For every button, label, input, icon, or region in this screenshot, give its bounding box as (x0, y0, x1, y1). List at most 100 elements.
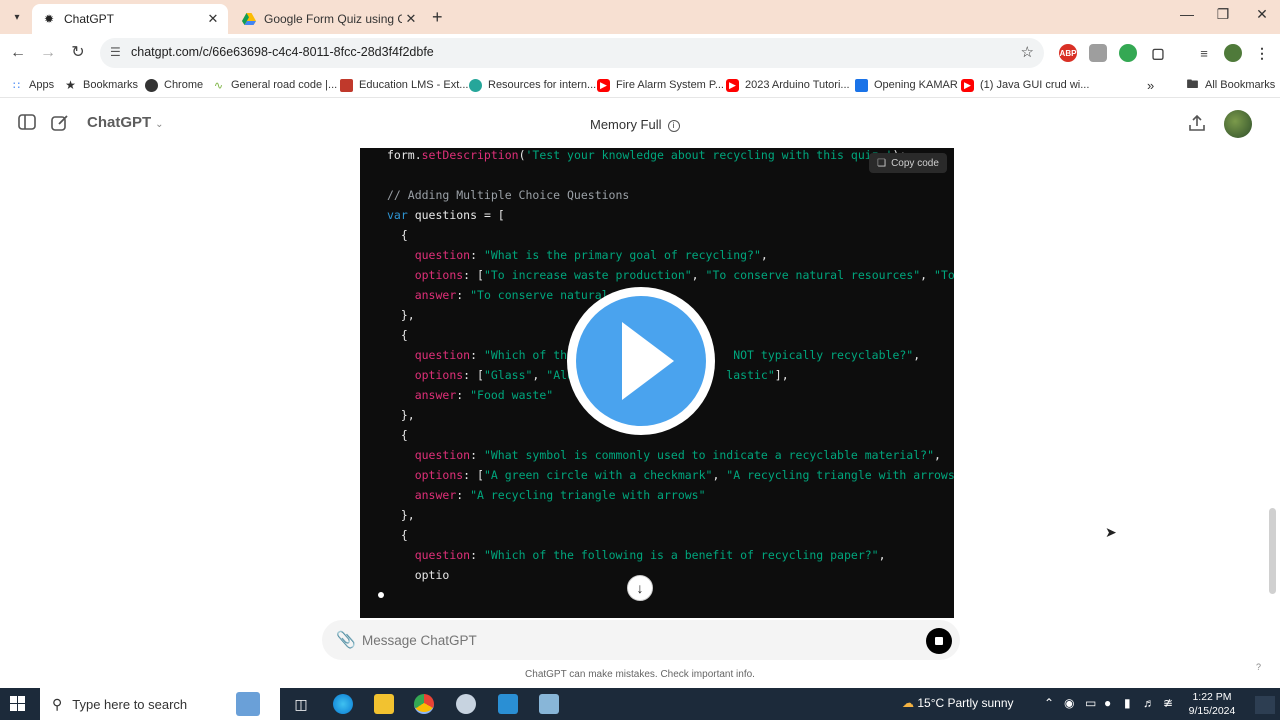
bookmark-apps[interactable]: ∷ Apps (10, 77, 54, 93)
maximize-icon[interactable]: ❐ (1208, 6, 1238, 23)
page-scrollbar[interactable] (1269, 508, 1276, 594)
bookmark-bookmarks[interactable]: ★ Bookmarks (64, 77, 138, 93)
chatgpt-icon: ✹ (43, 12, 55, 26)
bookmark-road-code[interactable]: ∿ General road code |... (212, 77, 337, 93)
volume-icon[interactable]: ♬ (1143, 696, 1155, 710)
taskbar-clock[interactable]: 1:22 PM 9/15/2024 (1182, 690, 1242, 718)
close-tab-icon[interactable]: ✕ (204, 11, 222, 27)
resources-icon (469, 78, 482, 92)
adblock-icon[interactable]: ABP (1059, 44, 1077, 62)
reload-icon[interactable]: ↻ (67, 42, 89, 64)
message-input[interactable] (362, 629, 902, 651)
copy-code-button[interactable]: ❏ Copy code (869, 153, 947, 173)
model-name: ChatGPT (87, 114, 152, 131)
code-line: }, (387, 308, 415, 322)
bookmark-label: 2023 Arduino Tutori... (745, 79, 850, 91)
kamar-icon (855, 78, 868, 92)
bookmark-fire-alarm[interactable]: ▶ Fire Alarm System P... (597, 77, 724, 93)
info-icon[interactable]: i (667, 119, 680, 132)
app-notepad-icon[interactable] (539, 694, 559, 714)
tab-search-chevron-icon[interactable]: ▾ (6, 7, 28, 27)
task-view-icon[interactable]: ◫ (291, 694, 311, 714)
bookmark-kamar[interactable]: Opening KAMAR (855, 77, 958, 93)
app-download-icon[interactable] (498, 694, 518, 714)
bookmark-java-gui[interactable]: ▶ (1) Java GUI crud wi... (961, 77, 1089, 93)
user-avatar[interactable] (1224, 110, 1252, 138)
stop-generating-button[interactable] (926, 628, 952, 654)
bookmark-star-icon[interactable]: ☆ (1021, 43, 1034, 61)
bookmark-education-lms[interactable]: Education LMS - Ext... (340, 77, 468, 93)
tray-device-icon[interactable]: ▭ (1085, 696, 1096, 710)
taskbar-search[interactable]: ⚲ Type here to search (40, 688, 280, 720)
bookmark-label: Opening KAMAR (874, 79, 958, 91)
code-line: answer: "To conserve natural re (414, 288, 630, 302)
bookmark-label: Fire Alarm System P... (616, 79, 724, 91)
scroll-down-icon[interactable]: ↓ (627, 575, 653, 601)
new-tab-icon[interactable]: + (432, 7, 443, 28)
bookmarks-bar: ∷ Apps ★ Bookmarks Chrome ∿ General road co… (0, 72, 1280, 98)
back-icon[interactable]: ← (7, 42, 29, 64)
code-line: { (387, 428, 408, 442)
bookmark-label: Resources for intern... (488, 79, 597, 91)
bookmark-arduino[interactable]: ▶ 2023 Arduino Tutori... (726, 77, 850, 93)
all-bookmarks[interactable]: 🖿 All Bookmarks (1186, 77, 1275, 93)
play-icon[interactable] (622, 322, 674, 400)
bookmark-label: (1) Java GUI crud wi... (980, 79, 1090, 91)
streaming-cursor (378, 592, 384, 598)
star-icon: ★ (65, 78, 76, 92)
tray-mic-icon[interactable]: ● (1104, 696, 1111, 710)
close-tab-icon[interactable]: ✕ (402, 11, 420, 27)
edge-icon[interactable] (333, 694, 353, 714)
more-bookmarks-icon[interactable]: » (1147, 77, 1154, 93)
share-icon[interactable] (1187, 114, 1207, 134)
chrome-taskbar-icon[interactable] (414, 694, 434, 714)
kebab-menu-icon[interactable]: ⋮ (1253, 44, 1271, 62)
windows-start-icon[interactable] (10, 696, 26, 712)
code-line: optio (387, 568, 450, 582)
code-line: var questions = [ (387, 208, 505, 222)
copy-icon: ❏ (877, 157, 887, 169)
memory-status[interactable]: Memory Full i (590, 117, 680, 132)
bookmark-label: General road code |... (231, 79, 338, 91)
search-icon: ⚲ (52, 695, 63, 712)
browser-toolbar: ← → ↻ ☰ chatgpt.com/c/66e63698-c4c4-8011… (0, 34, 1280, 72)
lms-icon (340, 78, 353, 92)
bookmark-chrome[interactable]: Chrome (145, 77, 203, 93)
media-queue-icon[interactable]: ≡ (1195, 44, 1213, 62)
tab-chatgpt[interactable]: ✹ ChatGPT ✕ (32, 4, 228, 34)
bookmark-resources[interactable]: Resources for intern... (469, 77, 596, 93)
close-window-icon[interactable]: ✕ (1247, 6, 1277, 23)
all-bookmarks-label: All Bookmarks (1205, 79, 1276, 91)
new-chat-icon[interactable] (50, 114, 70, 134)
minimize-icon[interactable]: — (1172, 6, 1202, 22)
weather-text: 15°C Partly sunny (917, 696, 1014, 710)
tab-google-form[interactable]: Google Form Quiz using Chatg ✕ (232, 4, 426, 34)
tab-title: Google Form Quiz using Chatg (264, 12, 402, 26)
forward-icon[interactable]: → (37, 42, 59, 64)
mouse-pointer-icon: ➤ (1105, 524, 1117, 540)
site-info-icon[interactable]: ☰ (110, 45, 121, 59)
bookmark-label: Apps (29, 79, 55, 91)
file-explorer-icon[interactable] (374, 694, 394, 714)
sidebar-toggle-icon[interactable] (17, 114, 37, 134)
youtube-icon: ▶ (597, 78, 610, 92)
profile-avatar-icon[interactable] (1224, 44, 1242, 62)
help-icon[interactable]: ? (1256, 662, 1261, 672)
notification-icon[interactable] (1255, 696, 1275, 714)
puzzle-extensions-icon[interactable]: ▢ (1149, 44, 1167, 62)
code-line: { (387, 528, 408, 542)
tray-chevron-icon[interactable]: ⌃ (1044, 696, 1054, 710)
url-text: chatgpt.com/c/66e63698-c4c4-8011-8fcc-28… (131, 45, 434, 59)
model-selector[interactable]: ChatGPT ⌄ (87, 114, 164, 131)
weather-widget[interactable]: ☁ 15°C Partly sunny (902, 696, 1014, 710)
tray-record-icon[interactable]: ◉ (1064, 696, 1074, 710)
app-icon[interactable] (456, 694, 476, 714)
address-bar[interactable]: ☰ chatgpt.com/c/66e63698-c4c4-8011-8fcc-… (100, 38, 1044, 68)
attach-paperclip-icon[interactable]: 📎 (336, 630, 356, 650)
youtube-icon: ▶ (726, 78, 739, 92)
extension-icon[interactable] (1089, 44, 1107, 62)
extension-green-icon[interactable] (1119, 44, 1137, 62)
chevron-down-icon: ⌄ (155, 119, 164, 130)
battery-icon[interactable]: ▮ (1124, 696, 1131, 710)
wifi-icon[interactable]: ≇ (1163, 696, 1173, 710)
